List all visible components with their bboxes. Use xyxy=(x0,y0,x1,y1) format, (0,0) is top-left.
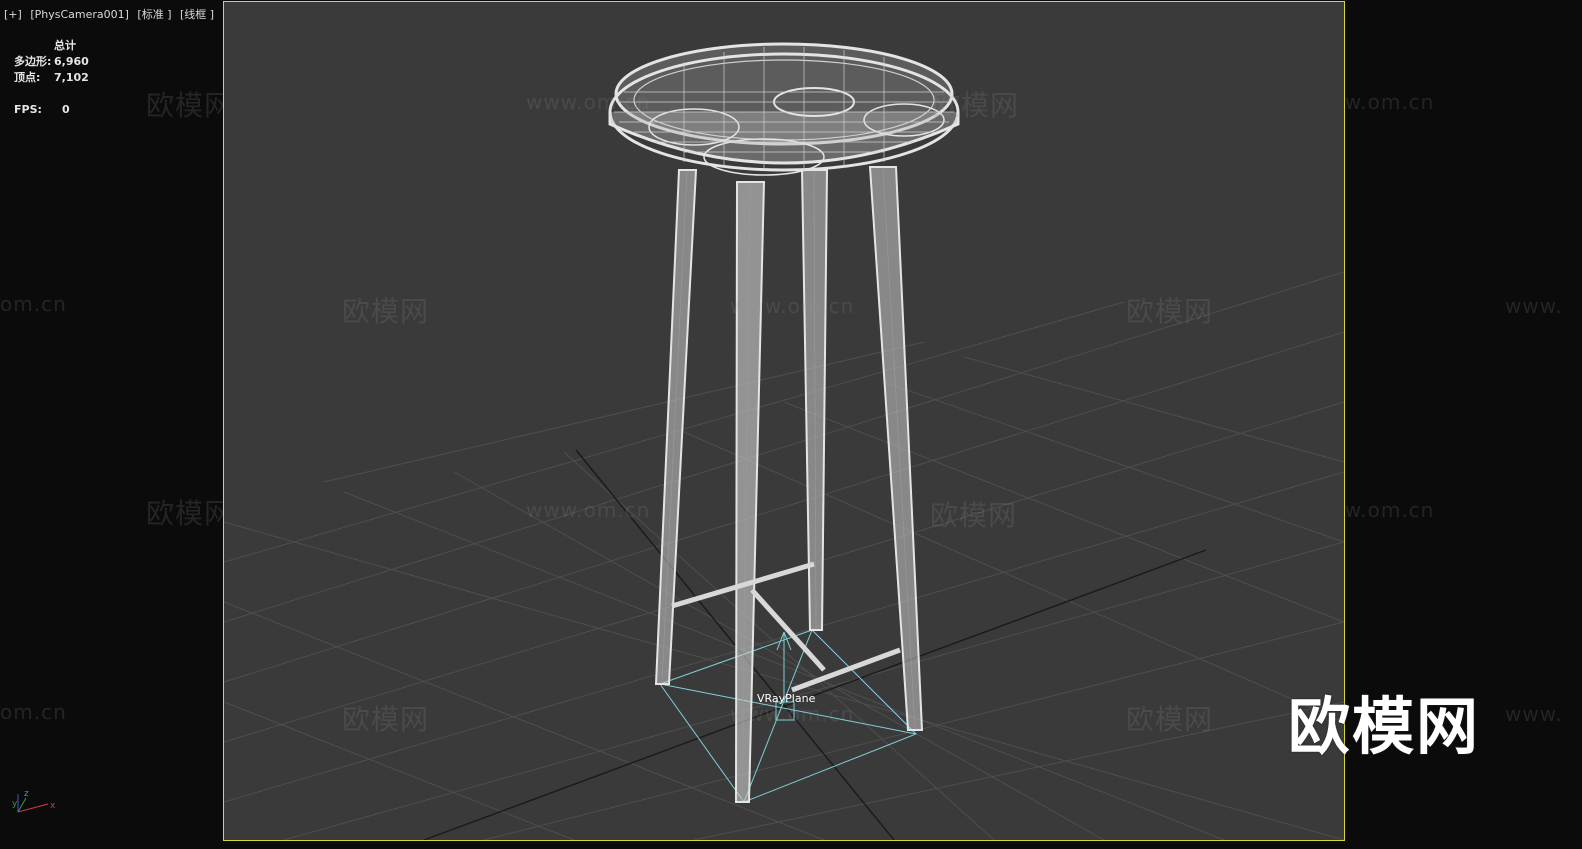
watermark-url: www.om.cn xyxy=(730,702,855,726)
viewport-label-menu[interactable]: [+] [PhysCamera001] [标准 ] [线框 ] xyxy=(4,6,219,22)
home-grid xyxy=(224,271,1344,840)
stats-fps-value: 0 xyxy=(62,103,70,116)
stats-vertices-row: 顶点: 7,102 xyxy=(14,70,89,86)
stats-fps-row: FPS: 0 xyxy=(14,102,89,118)
vrayplane-label: VRayPlane xyxy=(757,692,816,705)
scene-statistics: 总计 多边形: 6,960 顶点: 7,102 FPS: 0 xyxy=(14,38,89,118)
watermark-brand: 欧模网 xyxy=(930,499,1018,532)
viewport-shading-menu[interactable]: [标准 ] xyxy=(137,8,171,21)
watermark-url: www.om.cn xyxy=(730,294,855,318)
stats-polygons-value: 6,960 xyxy=(54,55,89,68)
watermark-url: om.cn xyxy=(0,292,67,316)
stats-vertices-value: 7,102 xyxy=(54,71,89,84)
brand-logo-watermark: 欧模网 xyxy=(1288,690,1481,763)
viewport-camera-menu[interactable]: [PhysCamera001] xyxy=(30,8,129,21)
watermark-url: www. xyxy=(1505,702,1563,726)
stats-fps-label: FPS: xyxy=(14,103,42,116)
stats-vertices-label: 顶点: xyxy=(14,71,41,84)
watermark-brand: 欧模网 xyxy=(342,295,430,328)
axis-y-label: y xyxy=(12,799,18,809)
viewport-plus-menu[interactable]: [+] xyxy=(4,8,22,21)
axis-x-label: x xyxy=(50,801,56,811)
perspective-viewport[interactable]: www.om.cn 欧模网 欧模网 www.om.cn 欧模网 www.om.c… xyxy=(223,1,1345,841)
watermark-brand: 欧模网 xyxy=(342,703,430,736)
watermark-brand: 欧模网 xyxy=(146,89,234,122)
watermark-url: om.cn xyxy=(0,700,67,724)
watermark-brand: 欧模网 xyxy=(146,497,234,530)
watermark-brand: 欧模网 xyxy=(932,89,1020,122)
viewport-mode-menu[interactable]: [线框 ] xyxy=(180,8,214,21)
watermark-url: www.om.cn xyxy=(526,498,651,522)
watermark-brand: 欧模网 xyxy=(1126,703,1214,736)
app-window: [+] [PhysCamera001] [标准 ] [线框 ] 总计 多边形: … xyxy=(0,0,1582,849)
stats-header: 总计 xyxy=(54,39,76,52)
stats-polygons-label: 多边形: xyxy=(14,55,52,68)
watermark-brand: 欧模网 xyxy=(1126,295,1214,328)
stats-polygons-row: 多边形: 6,960 xyxy=(14,54,89,70)
axis-z-label: z xyxy=(24,789,29,799)
watermark-url: www.om.cn xyxy=(526,90,651,114)
watermark-url: www. xyxy=(1505,294,1563,318)
axis-tripod-icon: x y z xyxy=(12,789,56,813)
